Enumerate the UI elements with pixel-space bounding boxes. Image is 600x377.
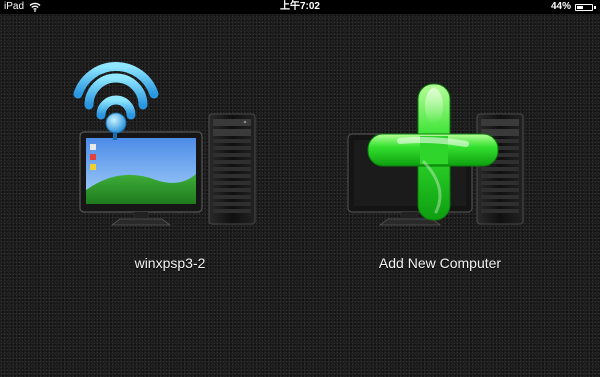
status-bar: iPad 上午7:02 44% [0, 0, 600, 14]
add-new-computer-label[interactable]: Add New Computer [340, 255, 540, 271]
monitor-icon [79, 131, 203, 226]
connected-computer-icon[interactable] [70, 62, 270, 232]
computer-tile-winxpsp3-2[interactable]: winxpsp3-2 [70, 62, 270, 282]
add-new-computer-tile[interactable]: Add New Computer [340, 62, 540, 282]
tower-icon [476, 113, 524, 225]
wifi-signal-icon [73, 62, 159, 140]
add-computer-icon[interactable] [340, 62, 540, 232]
tower-icon [208, 113, 256, 225]
battery-percentage: 44% [550, 1, 571, 12]
status-time: 上午7:02 [279, 1, 320, 12]
computer-label[interactable]: winxpsp3-2 [70, 255, 270, 271]
battery-fill [577, 5, 583, 9]
status-right: 44% [551, 0, 596, 14]
battery-icon [575, 3, 596, 11]
